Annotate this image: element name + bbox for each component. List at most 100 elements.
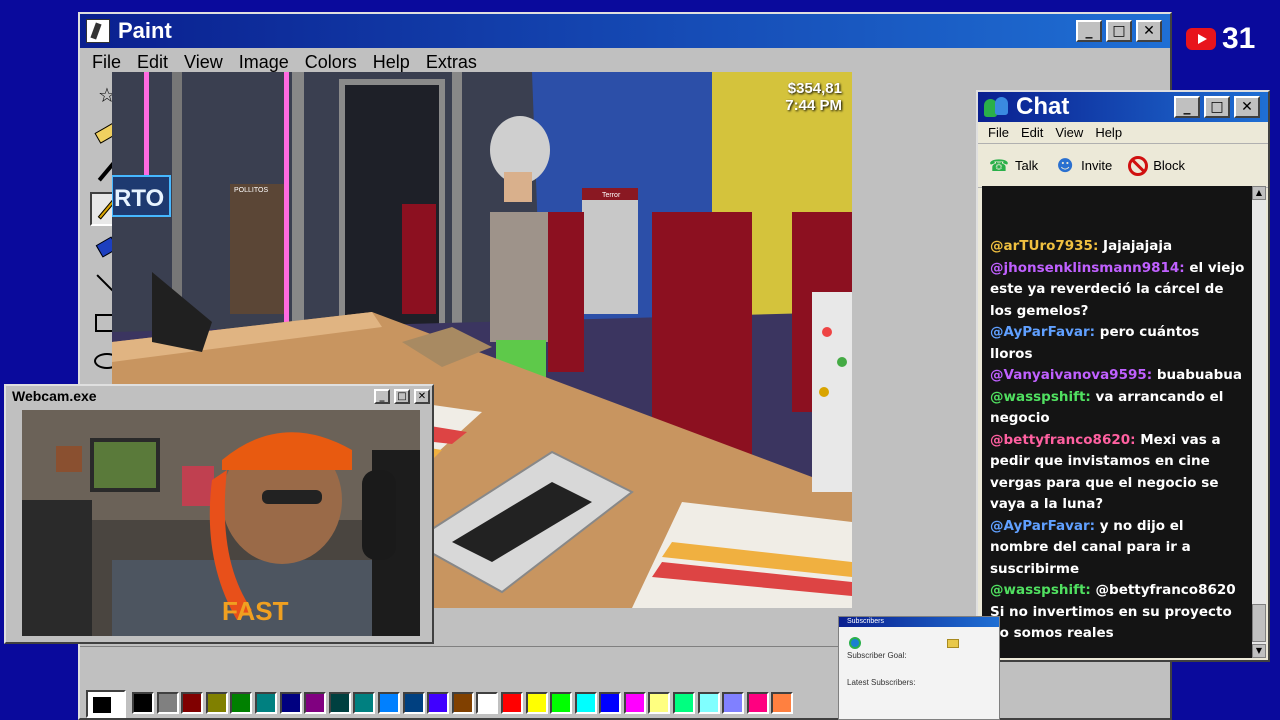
subscribers-widget: Subscribers Subscriber Goal: Latest Subs… [838,616,1000,720]
chat-log[interactable]: @arTUro7935: Jajajajaja @jhonsenklinsmann… [982,186,1254,658]
chat-message: @wasspshift: @bettyfranco8620 Si no inve… [990,580,1246,645]
webcam-titlebar[interactable]: Webcam.exe _ □ ✕ [6,386,432,406]
viewer-count: 31 [1222,22,1256,55]
menu-edit[interactable]: Edit [129,52,176,73]
talk-label: Talk [1015,158,1039,173]
palette-swatch[interactable] [181,692,204,714]
chat-username[interactable]: @bettyfranco8620: [990,432,1136,448]
chat-username[interactable]: @wasspshift: [990,582,1091,598]
messenger-buddies-icon [984,97,1010,117]
subscribers-title: Subscribers [839,617,999,627]
youtube-icon [1186,28,1216,50]
palette-swatch[interactable] [304,692,327,714]
invite-label: Invite [1081,158,1113,173]
chat-username[interactable]: @AyParFavar: [990,324,1095,340]
menu-image[interactable]: Image [231,52,297,73]
chat-titlebar[interactable]: Chat _ □ ✕ [978,92,1268,122]
shelf-label-pollitos: POLLITOS [234,187,268,194]
chat-menu-view[interactable]: View [1049,125,1089,140]
palette-swatch[interactable] [697,692,720,714]
talk-button[interactable]: ☎ Talk [988,156,1038,176]
talk-icon: ☎ [989,156,1009,175]
palette-swatch[interactable] [132,692,154,714]
palette-swatch[interactable] [599,692,622,714]
palette-swatch[interactable] [574,692,597,714]
palette-swatch[interactable] [550,692,573,714]
scroll-up-arrow-icon[interactable]: ▲ [1252,186,1266,200]
palette-swatch[interactable] [673,692,696,714]
palette-swatch[interactable] [205,692,228,714]
palette-swatch[interactable] [353,692,376,714]
chat-username[interactable]: @jhonsenklinsmann9814: [990,260,1185,276]
current-color-indicator[interactable] [86,690,126,718]
maximize-button[interactable]: □ [1106,20,1132,42]
money-display: $354,81 7:44 PM [785,80,842,114]
menu-help[interactable]: Help [365,52,418,73]
palette-swatch[interactable] [230,692,253,714]
webcam-title: Webcam.exe [12,388,97,404]
palette-swatch[interactable] [722,692,745,714]
palette-swatch[interactable] [771,692,794,714]
paint-title: Paint [118,18,172,43]
latest-subscribers-label: Latest Subscribers: [847,678,916,687]
webcam-window: Webcam.exe _ □ ✕ FAST [4,384,434,644]
chat-username[interactable]: @wasspshift: [990,389,1091,405]
chat-scrollbar[interactable]: ▲ ▼ [1252,186,1266,658]
shelf-label-terror: Terror [602,192,621,199]
palette-swatch[interactable] [402,692,425,714]
neon-sign-text: RTO [114,185,164,212]
block-icon [1128,155,1149,176]
menu-extras[interactable]: Extras [418,52,485,73]
money-amount: $354,81 [787,80,842,97]
block-button[interactable]: Block [1128,155,1185,176]
webcam-feed: FAST [22,410,420,636]
webcam-close-button[interactable]: ✕ [414,388,430,404]
palette-swatch[interactable] [328,692,351,714]
chat-username[interactable]: @AyParFavar: [990,518,1095,534]
minimize-button[interactable]: _ [1076,20,1102,42]
palette-swatch[interactable] [156,692,179,714]
chat-menu-help[interactable]: Help [1089,125,1128,140]
chat-window: Chat _ □ ✕ File Edit View Help ☎ Talk ☻ … [976,90,1270,662]
chat-menu-edit[interactable]: Edit [1015,125,1049,140]
palette-swatch[interactable] [476,692,499,714]
chat-menu-file[interactable]: File [982,125,1015,140]
chat-menubar: File Edit View Help [978,122,1268,144]
palette-swatch[interactable] [648,692,671,714]
palette-swatch[interactable] [427,692,450,714]
chat-close-button[interactable]: ✕ [1234,96,1260,118]
palette-swatch[interactable] [500,692,523,714]
palette-swatch[interactable] [377,692,400,714]
chat-message-text: Jajajajaja [1103,238,1173,254]
invite-icon: ☻ [1056,156,1074,175]
palette-swatch[interactable] [623,692,646,714]
chat-message: @AyParFavar: pero cuántos lloros [990,322,1246,365]
chat-maximize-button[interactable]: □ [1204,96,1230,118]
palette-swatch[interactable] [279,692,302,714]
palette-swatch[interactable] [746,692,769,714]
menu-colors[interactable]: Colors [297,52,365,73]
scroll-thumb[interactable] [1252,604,1266,642]
webcam-minimize-button[interactable]: _ [374,388,390,404]
palette-swatch[interactable] [254,692,277,714]
chat-minimize-button[interactable]: _ [1174,96,1200,118]
paint-app-icon [86,19,110,43]
paint-titlebar[interactable]: Paint _ □ ✕ [80,14,1170,48]
chat-message-text: buabuabua [1156,367,1243,383]
subscriber-goal-label: Subscriber Goal: [847,651,907,660]
scroll-down-arrow-icon[interactable]: ▼ [1252,644,1266,658]
webcam-maximize-button[interactable]: □ [394,388,410,404]
chat-username[interactable]: @Vanyaivanova9595: [990,367,1152,383]
invite-button[interactable]: ☻ Invite [1054,156,1112,176]
palette-swatch[interactable] [451,692,474,714]
close-button[interactable]: ✕ [1136,20,1162,42]
webcam-shirt-text: FAST [222,596,289,626]
chat-message: @jhonsenklinsmann9814: el viejo este ya … [990,258,1246,323]
globe-icon [849,637,861,649]
palette-swatch[interactable] [525,692,548,714]
menu-file[interactable]: File [84,52,129,73]
menu-view[interactable]: View [176,52,231,73]
chat-username[interactable]: @arTUro7935: [990,238,1098,254]
chat-toolbar: ☎ Talk ☻ Invite Block [978,144,1268,188]
folder-icon [947,639,959,648]
